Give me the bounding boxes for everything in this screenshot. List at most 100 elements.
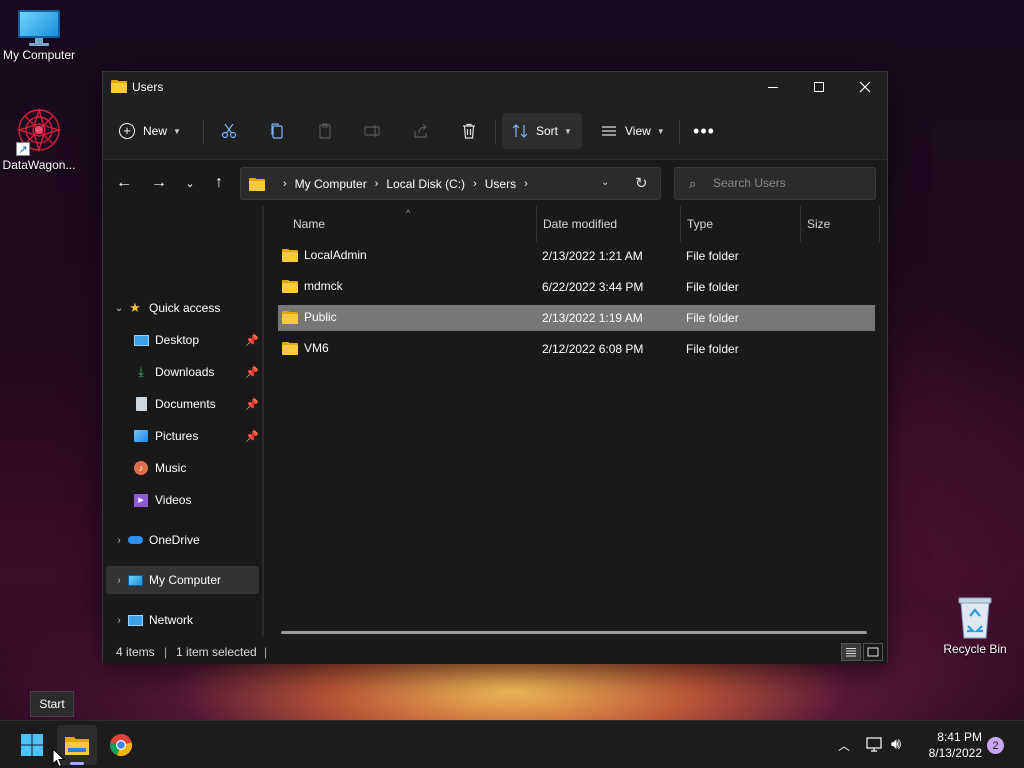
- forward-button[interactable]: →: [145, 170, 173, 196]
- folder-icon: [282, 279, 298, 293]
- toolbar-divider: [495, 120, 496, 144]
- nav-item-downloads[interactable]: ⤓ Downloads 📌: [103, 358, 259, 386]
- sort-icon: [512, 124, 528, 138]
- file-date: 2/12/2022 6:08 PM: [542, 342, 644, 356]
- new-button[interactable]: + New ▼: [119, 113, 189, 149]
- up-button[interactable]: ↑: [205, 170, 233, 196]
- breadcrumb-item-my-computer[interactable]: My Computer: [295, 177, 367, 191]
- network-status-button[interactable]: [866, 721, 884, 768]
- monitor-icon: [127, 572, 143, 588]
- search-box[interactable]: ⌕: [674, 167, 876, 200]
- refresh-icon[interactable]: ↻: [635, 174, 648, 192]
- mouse-cursor-icon: [52, 748, 66, 768]
- arrow-right-icon: →: [151, 174, 167, 191]
- clock[interactable]: 8:41 PM 8/13/2022: [918, 729, 982, 761]
- folder-icon: [282, 248, 298, 262]
- desktop-icon-datawagon[interactable]: ↗ DataWagon...: [0, 106, 79, 172]
- delete-button[interactable]: [452, 113, 486, 149]
- document-icon: [133, 396, 149, 412]
- rename-icon: [364, 125, 380, 137]
- clock-date: 8/13/2022: [928, 746, 982, 760]
- chevron-down-icon: ⌄: [185, 177, 195, 190]
- sort-button[interactable]: Sort ▼: [502, 113, 582, 149]
- breadcrumb-item-users[interactable]: Users: [485, 177, 516, 191]
- file-date: 2/13/2022 1:21 AM: [542, 249, 643, 263]
- file-name: mdmck: [304, 279, 343, 293]
- column-header-type[interactable]: Type: [680, 206, 800, 242]
- rename-button[interactable]: [356, 113, 390, 149]
- pin-icon: 📌: [245, 366, 259, 379]
- notification-badge[interactable]: 2: [987, 737, 1004, 754]
- start-tooltip: Start: [30, 691, 74, 717]
- column-header-name[interactable]: Name: [266, 206, 536, 242]
- nav-item-quick-access[interactable]: ⌄ ★ Quick access: [103, 294, 259, 322]
- column-header-size[interactable]: Size: [800, 206, 880, 242]
- nav-item-my-computer[interactable]: › My Computer: [106, 566, 259, 594]
- view-button[interactable]: View ▼: [597, 113, 669, 149]
- details-view-button[interactable]: [841, 643, 861, 661]
- title-bar[interactable]: Users: [103, 72, 887, 102]
- monitor-icon: [17, 10, 61, 46]
- table-row[interactable]: mdmck 6/22/2022 3:44 PM File folder: [278, 274, 875, 300]
- desktop-icon-label: Recycle Bin: [943, 642, 1007, 656]
- nav-item-desktop[interactable]: Desktop 📌: [103, 326, 259, 354]
- file-explorer-icon: [65, 737, 89, 755]
- view-label: View: [625, 124, 651, 138]
- horizontal-scrollbar[interactable]: [281, 631, 867, 634]
- volume-button[interactable]: 🔊︎: [891, 721, 901, 768]
- chevron-right-icon: ›: [117, 574, 121, 586]
- status-divider: |: [164, 645, 168, 659]
- desktop-icon-label: My Computer: [2, 48, 76, 62]
- copy-icon: [271, 123, 283, 139]
- navigation-pane: ⌄ ★ Quick access Desktop 📌 ⤓ Downloads 📌…: [103, 206, 263, 636]
- breadcrumb-item-local-disk[interactable]: Local Disk (C:): [386, 177, 465, 191]
- minimize-button[interactable]: [750, 72, 796, 102]
- large-icons-view-button[interactable]: [863, 643, 883, 661]
- picture-icon: [133, 428, 149, 444]
- paste-button[interactable]: [308, 113, 342, 149]
- chevron-down-icon: ▼: [173, 126, 181, 136]
- table-row[interactable]: Public 2/13/2022 1:19 AM File folder: [278, 305, 875, 331]
- taskbar-chrome[interactable]: [101, 725, 141, 765]
- nav-item-documents[interactable]: Documents 📌: [103, 390, 259, 418]
- desktop-icon-recycle-bin[interactable]: Recycle Bin: [935, 596, 1015, 656]
- share-button[interactable]: [404, 113, 438, 149]
- table-row[interactable]: LocalAdmin 2/13/2022 1:21 AM File folder: [278, 243, 875, 269]
- nav-item-music[interactable]: ♪ Music: [103, 454, 259, 482]
- file-type: File folder: [686, 311, 739, 325]
- close-icon: [859, 81, 871, 93]
- show-hidden-icons-button[interactable]: ︿: [838, 721, 850, 768]
- window-title: Users: [132, 80, 164, 94]
- back-button[interactable]: ←: [110, 170, 138, 196]
- more-icon: •••: [693, 120, 715, 141]
- search-input[interactable]: [713, 176, 863, 190]
- nav-item-pictures[interactable]: Pictures 📌: [103, 422, 259, 450]
- folder-icon: [249, 177, 271, 191]
- star-icon: ★: [129, 300, 141, 315]
- nav-item-label: Music: [155, 461, 187, 475]
- start-button[interactable]: [12, 725, 52, 765]
- close-button[interactable]: [842, 72, 888, 102]
- recent-locations-button[interactable]: ⌄: [176, 170, 204, 196]
- sort-label: Sort: [536, 124, 559, 138]
- address-bar[interactable]: › My Computer › Local Disk (C:) › Users …: [240, 167, 661, 200]
- nav-item-videos[interactable]: ▶ Videos: [103, 486, 259, 514]
- cut-button[interactable]: [212, 113, 246, 149]
- file-date: 6/22/2022 3:44 PM: [542, 280, 644, 294]
- windows-logo-icon: [21, 734, 43, 756]
- more-options-button[interactable]: •••: [687, 113, 721, 149]
- nav-item-network[interactable]: › Network: [103, 606, 259, 634]
- nav-item-onedrive[interactable]: › OneDrive: [103, 526, 259, 554]
- address-dropdown-chevron-icon[interactable]: ⌄: [601, 177, 609, 188]
- details-view-icon: [846, 648, 856, 657]
- maximize-button[interactable]: [796, 72, 842, 102]
- pane-splitter[interactable]: [262, 206, 264, 636]
- status-bar: 4 items | 1 item selected |: [103, 638, 887, 664]
- nav-item-label: Quick access: [149, 301, 221, 315]
- copy-button[interactable]: [260, 113, 294, 149]
- table-row[interactable]: VM6 2/12/2022 6:08 PM File folder: [278, 336, 875, 362]
- nav-item-label: My Computer: [149, 573, 222, 587]
- new-label: New: [143, 124, 168, 138]
- column-header-date-modified[interactable]: Date modified: [536, 206, 680, 242]
- desktop-icon-my-computer[interactable]: My Computer: [0, 10, 79, 62]
